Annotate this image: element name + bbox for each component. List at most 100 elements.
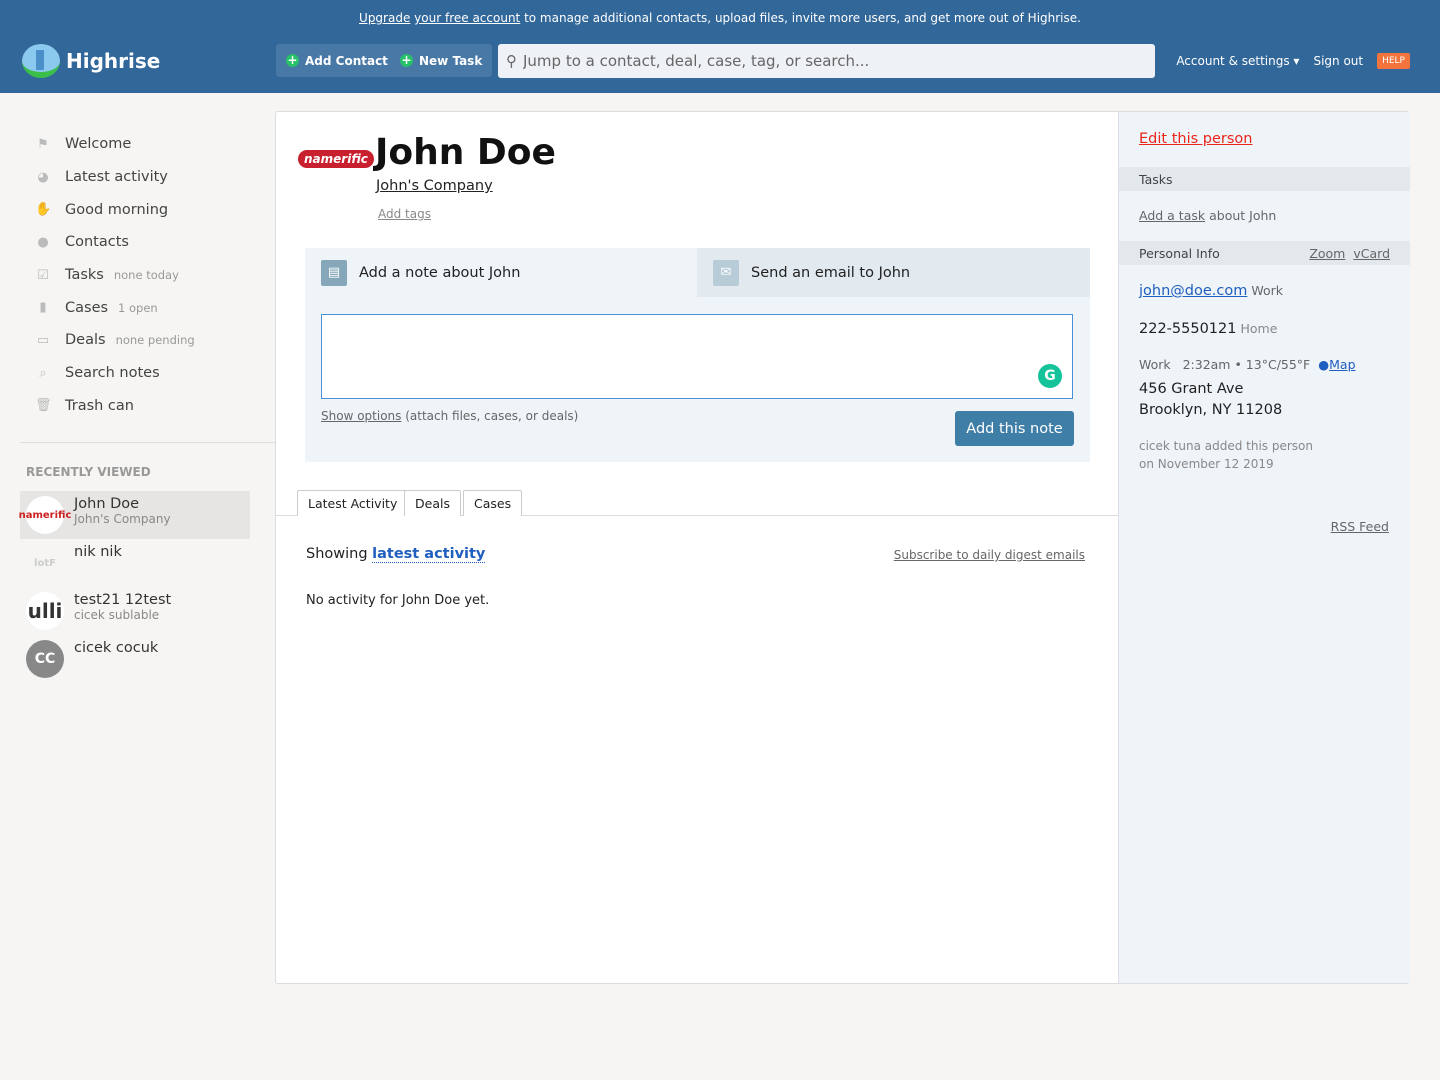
showing-label: Showing latest activity	[306, 546, 486, 563]
add-task-link[interactable]: Add a task	[1139, 208, 1205, 223]
company-logo: namerific	[298, 150, 374, 168]
sign-out-link[interactable]: Sign out	[1313, 54, 1363, 68]
avatar: ulli	[26, 592, 64, 631]
sidebar-icon: 🗑	[35, 398, 52, 414]
tab-deals[interactable]: Deals	[404, 490, 461, 516]
search-input[interactable]	[523, 52, 1123, 70]
tab-cases[interactable]: Cases	[463, 490, 523, 516]
search-box[interactable]: ⚲	[498, 44, 1155, 78]
sidebar-item-cases[interactable]: ▮ Cases 1 open	[20, 291, 275, 324]
sidebar-icon: ▭	[36, 332, 50, 348]
add-tags-link[interactable]: Add tags	[378, 207, 431, 221]
sidebar-item-latest-activity[interactable]: ◕ Latest activity	[20, 161, 275, 194]
recent-contact-name: John Doe	[74, 496, 140, 513]
envelope-icon: ✉	[713, 259, 739, 286]
address-type: Work	[1139, 357, 1171, 372]
plus-icon: +	[400, 53, 413, 67]
recent-contact-name: test21 12test	[74, 592, 172, 609]
new-task-button[interactable]: + New Task	[390, 44, 493, 77]
sidebar-item-label: Welcome	[65, 136, 132, 153]
help-button[interactable]: HELP	[1377, 53, 1410, 69]
sidebar-item-label: Tasks	[65, 267, 104, 284]
sidebar-item-tasks[interactable]: ☑ Tasks none today	[20, 259, 275, 292]
search-icon: ⚲	[506, 52, 517, 70]
avatar: CC	[26, 640, 64, 679]
add-note-button[interactable]: Add this note	[955, 411, 1074, 446]
sidebar-icon: ⌕	[39, 365, 47, 381]
phone-number: 222-5550121	[1139, 321, 1237, 337]
note-textarea[interactable]: G	[321, 314, 1073, 399]
note-composer: ▤ Add a note about John ✉ Send an email to…	[305, 248, 1090, 462]
sidebar-icon: ●	[37, 234, 49, 250]
added-date: on November 12 2019	[1139, 457, 1274, 471]
added-by: cicek tuna added this person	[1139, 439, 1314, 453]
tab-latest-activity[interactable]: Latest Activity	[297, 490, 409, 516]
upgrade-banner: Upgrade your free account to manage addi…	[0, 11, 1440, 25]
sidebar-item-trash-can[interactable]: 🗑 Trash can	[20, 390, 275, 423]
tab-send-email[interactable]: ✉ Send an email to John	[697, 248, 1090, 297]
grammarly-icon[interactable]: G	[1038, 364, 1062, 388]
sidebar-icon: ◕	[37, 169, 49, 185]
sidebar-item-contacts[interactable]: ● Contacts	[20, 226, 275, 259]
sidebar-item-count: none today	[113, 268, 179, 283]
app-name: Highrise	[66, 49, 161, 73]
sidebar-divider	[20, 442, 275, 444]
recent-contact-company: John's Company	[74, 512, 171, 527]
sidebar-icon: ▮	[39, 300, 47, 316]
recent-contact-company: cicek sublable	[74, 608, 160, 623]
showing-text: Showing	[306, 546, 373, 562]
zoom-link[interactable]: Zoom	[1309, 246, 1345, 261]
company-link[interactable]: John's Company	[376, 178, 493, 194]
recently-viewed-heading: RECENTLY VIEWED	[26, 465, 151, 480]
latest-activity-filter[interactable]: latest activity	[372, 546, 486, 563]
phone-type: Home	[1240, 321, 1278, 336]
options-hint: (attach files, cases, or deals)	[401, 409, 579, 423]
add-task-suffix: about John	[1205, 208, 1277, 223]
subscribe-digest-link[interactable]: Subscribe to daily digest emails	[894, 548, 1085, 562]
tasks-heading: Tasks	[1119, 167, 1410, 191]
personal-info-heading: Personal Info vCard Zoom	[1119, 241, 1410, 265]
activity-tabs: Latest Activity Deals Cases	[276, 490, 1118, 516]
rss-feed-link[interactable]: RSS Feed	[1331, 519, 1389, 534]
address-line-2: Brooklyn, NY 11208	[1139, 402, 1283, 418]
edit-person-link[interactable]: Edit this person	[1139, 131, 1252, 147]
sidebar-item-welcome[interactable]: ⚑ Welcome	[20, 128, 275, 161]
free-account-link[interactable]: your free account	[414, 11, 520, 25]
account-settings-menu[interactable]: Account & settings ▾	[1176, 54, 1299, 68]
local-time-weather: 2:32am • 13°C/55°F	[1182, 357, 1311, 372]
banner-text: to manage additional contacts, upload fi…	[520, 11, 1081, 25]
plus-icon: +	[286, 53, 299, 67]
recent-contact[interactable]: ulli test21 12test cicek sublable	[20, 587, 250, 635]
upgrade-link[interactable]: Upgrade	[359, 11, 410, 25]
person-name: John Doe	[375, 132, 556, 173]
new-task-label: New Task	[419, 53, 483, 68]
email-type: Work	[1251, 283, 1283, 298]
add-contact-button[interactable]: + Add Contact	[276, 44, 398, 77]
sidebar-icon: ⚑	[37, 136, 49, 152]
sidebar-item-label: Contacts	[65, 234, 129, 251]
personal-info-label: Personal Info	[1139, 246, 1220, 261]
tab-add-note[interactable]: ▤ Add a note about John	[305, 248, 697, 297]
avatar: namerific	[19, 496, 71, 535]
avatar: lotF	[34, 557, 56, 569]
map-link[interactable]: Map	[1329, 357, 1355, 372]
recent-contact[interactable]: lotF nik nik	[20, 539, 250, 587]
email-tab-label: Send an email to John	[751, 264, 911, 281]
sidebar-item-search-notes[interactable]: ⌕ Search notes	[20, 357, 275, 390]
email-link[interactable]: john@doe.com	[1139, 283, 1247, 299]
sidebar-item-deals[interactable]: ▭ Deals none pending	[20, 324, 275, 357]
vcard-link[interactable]: vCard	[1353, 246, 1390, 261]
recent-contact[interactable]: CC cicek cocuk	[20, 635, 250, 683]
sidebar: ⚑ Welcome ◕ Latest activity ✋ Good morning ● Co…	[19, 128, 275, 683]
show-options-link[interactable]: Show options	[321, 409, 401, 423]
sidebar-item-label: Deals	[65, 332, 106, 349]
person-details-sidebar: Edit this person Tasks Add a task about …	[1118, 112, 1410, 983]
sidebar-item-good-morning[interactable]: ✋ Good morning	[20, 193, 275, 226]
highrise-logo[interactable]: Highrise	[22, 44, 160, 78]
recent-contact-name: nik nik	[74, 544, 122, 561]
sidebar-icon: ☑	[37, 267, 49, 283]
sidebar-item-label: Good morning	[65, 201, 169, 218]
highrise-logo-icon	[22, 44, 60, 78]
recent-contact[interactable]: namerific John Doe John's Company	[19, 491, 250, 540]
recent-contact-name: cicek cocuk	[74, 640, 159, 657]
